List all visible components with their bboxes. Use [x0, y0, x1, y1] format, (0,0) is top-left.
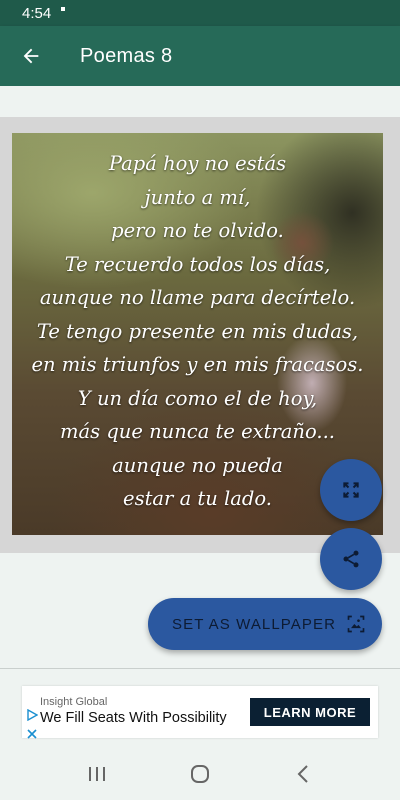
chevron-left-icon — [297, 765, 309, 783]
app-title: Poemas 8 — [80, 44, 173, 67]
fullscreen-icon — [343, 482, 359, 498]
close-icon[interactable] — [26, 728, 38, 740]
recents-icon — [88, 767, 105, 781]
fullscreen-button[interactable] — [320, 459, 382, 521]
back-nav-button[interactable] — [273, 754, 333, 794]
poem-line: Te tengo presente en mis dudas, — [36, 319, 359, 343]
wallpaper-icon — [346, 614, 366, 634]
poem-line: más que nunca te extraño... — [60, 420, 335, 443]
ad-brand: Insight Global — [40, 696, 108, 708]
status-time: 4:54 — [22, 4, 52, 22]
ad-learn-more-button[interactable]: LEARN MORE — [250, 698, 370, 726]
system-nav-bar — [0, 748, 400, 800]
poem-line: aunque no llame para decírtelo. — [39, 286, 356, 309]
ad-choices-icon — [27, 708, 39, 722]
recents-button[interactable] — [67, 754, 127, 794]
home-button[interactable] — [170, 754, 230, 794]
poem-line: en mis triunfos y en mis fracasos. — [31, 353, 364, 376]
app-bar: Poemas 8 — [0, 26, 400, 86]
poem-line: Y un día como el de hoy, — [77, 386, 318, 410]
poem-line: Papá hoy no estás — [108, 152, 287, 175]
poem-line: junto a mí, — [144, 185, 251, 209]
poem-text: Papá hoy no estás junto a mí, pero no te… — [12, 147, 383, 516]
share-button[interactable] — [320, 528, 382, 590]
set-wallpaper-button[interactable]: SET AS WALLPAPER — [148, 598, 382, 650]
status-bar: 4:54 — [0, 0, 400, 26]
arrow-left-icon — [23, 48, 39, 64]
home-icon — [190, 765, 209, 783]
divider — [0, 668, 400, 669]
main-content: Papá hoy no estás junto a mí, pero no te… — [0, 86, 400, 668]
back-button[interactable] — [0, 26, 62, 86]
ad-choices[interactable] — [26, 708, 39, 745]
set-wallpaper-label: SET AS WALLPAPER — [172, 615, 337, 633]
ad-banner[interactable]: Insight Global We Fill Seats With Possib… — [22, 686, 378, 739]
notification-dot-icon — [61, 7, 66, 11]
poem-line: Te recuerdo todos los días, — [64, 252, 331, 276]
poem-line: pero no te olvido. — [111, 219, 284, 242]
ad-headline: We Fill Seats With Possibility — [40, 710, 227, 726]
share-icon — [343, 550, 359, 568]
